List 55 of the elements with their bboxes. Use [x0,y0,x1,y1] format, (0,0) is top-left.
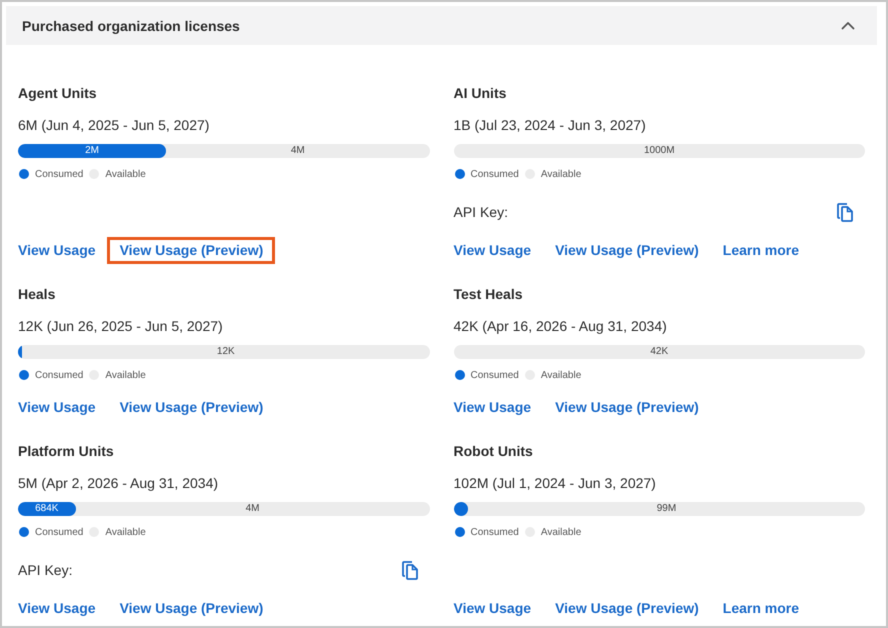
usage-link[interactable]: View Usage [18,240,96,260]
legend-label: Consumed [470,370,519,380]
license-summary: 6M (Jun 4, 2025 - Jun 5, 2027) [18,116,210,135]
usage-link[interactable]: View Usage [18,397,96,417]
copy-button[interactable] [402,560,418,580]
usage-link[interactable]: View Usage (Preview) [555,240,699,260]
usage-link[interactable]: View Usage (Preview) [120,240,264,260]
legend-label: Consumed [470,168,519,180]
legend-label: Available [105,370,146,380]
available-amount: 12K [216,345,235,359]
usage-link[interactable]: View Usage [454,397,532,417]
legend-label: Consumed [35,370,84,380]
available-amount: 42K [650,345,668,359]
license-summary: 102M (Jul 1, 2024 - Jun 3, 2027) [454,474,657,493]
license-name: Heals [18,285,56,304]
legend-label: Consumed [35,526,84,538]
legend-label: Consumed [470,526,519,538]
api-key-label: API Key: [454,203,508,222]
usage-link[interactable]: View Usage [454,598,532,618]
api-key-label: API Key: [18,561,72,580]
license-summary: 42K (Apr 16, 2026 - Aug 31, 2034) [454,317,668,336]
license-name: AI Units [454,84,508,103]
consumed-amount: 684K [35,502,58,516]
usage-link[interactable]: View Usage [18,598,96,618]
usage-link[interactable]: View Usage (Preview) [120,598,264,618]
available-amount: 4M [290,144,305,158]
legend-label: Available [540,168,582,180]
usage-link[interactable]: Learn more [722,598,800,618]
legend-label: Available [540,526,582,538]
usage-link[interactable]: View Usage (Preview) [120,397,264,417]
usage-link[interactable]: View Usage (Preview) [555,397,699,417]
legend-label: Available [105,526,146,538]
chevron-up-icon [841,21,855,30]
legend-label: Available [540,370,582,380]
legend-label: Consumed [35,168,84,180]
license-summary: 1B (Jul 23, 2024 - Jun 3, 2027) [454,116,647,135]
copy-icon [837,202,853,222]
license-name: Agent Units [18,84,98,103]
usage-link[interactable]: View Usage [454,240,532,260]
usage-link[interactable]: View Usage (Preview) [555,598,699,618]
copy-icon [402,560,418,580]
available-amount: 1000M [644,144,675,158]
license-summary: 12K (Jun 26, 2025 - Jun 5, 2027) [18,317,224,336]
collapse-button[interactable] [841,21,855,30]
license-summary: 5M (Apr 2, 2026 - Aug 31, 2034) [18,474,220,493]
available-amount: 99M [656,502,676,516]
usage-link[interactable]: Learn more [722,240,800,260]
consumed-amount: 2M [85,144,100,158]
copy-button[interactable] [837,202,853,222]
license-name: Robot Units [454,442,534,461]
section-title: Purchased organization licenses [22,18,240,34]
license-name: Platform Units [18,442,115,461]
license-name: Test Heals [454,285,524,304]
legend-label: Available [105,168,146,180]
available-amount: 4M [246,502,260,516]
